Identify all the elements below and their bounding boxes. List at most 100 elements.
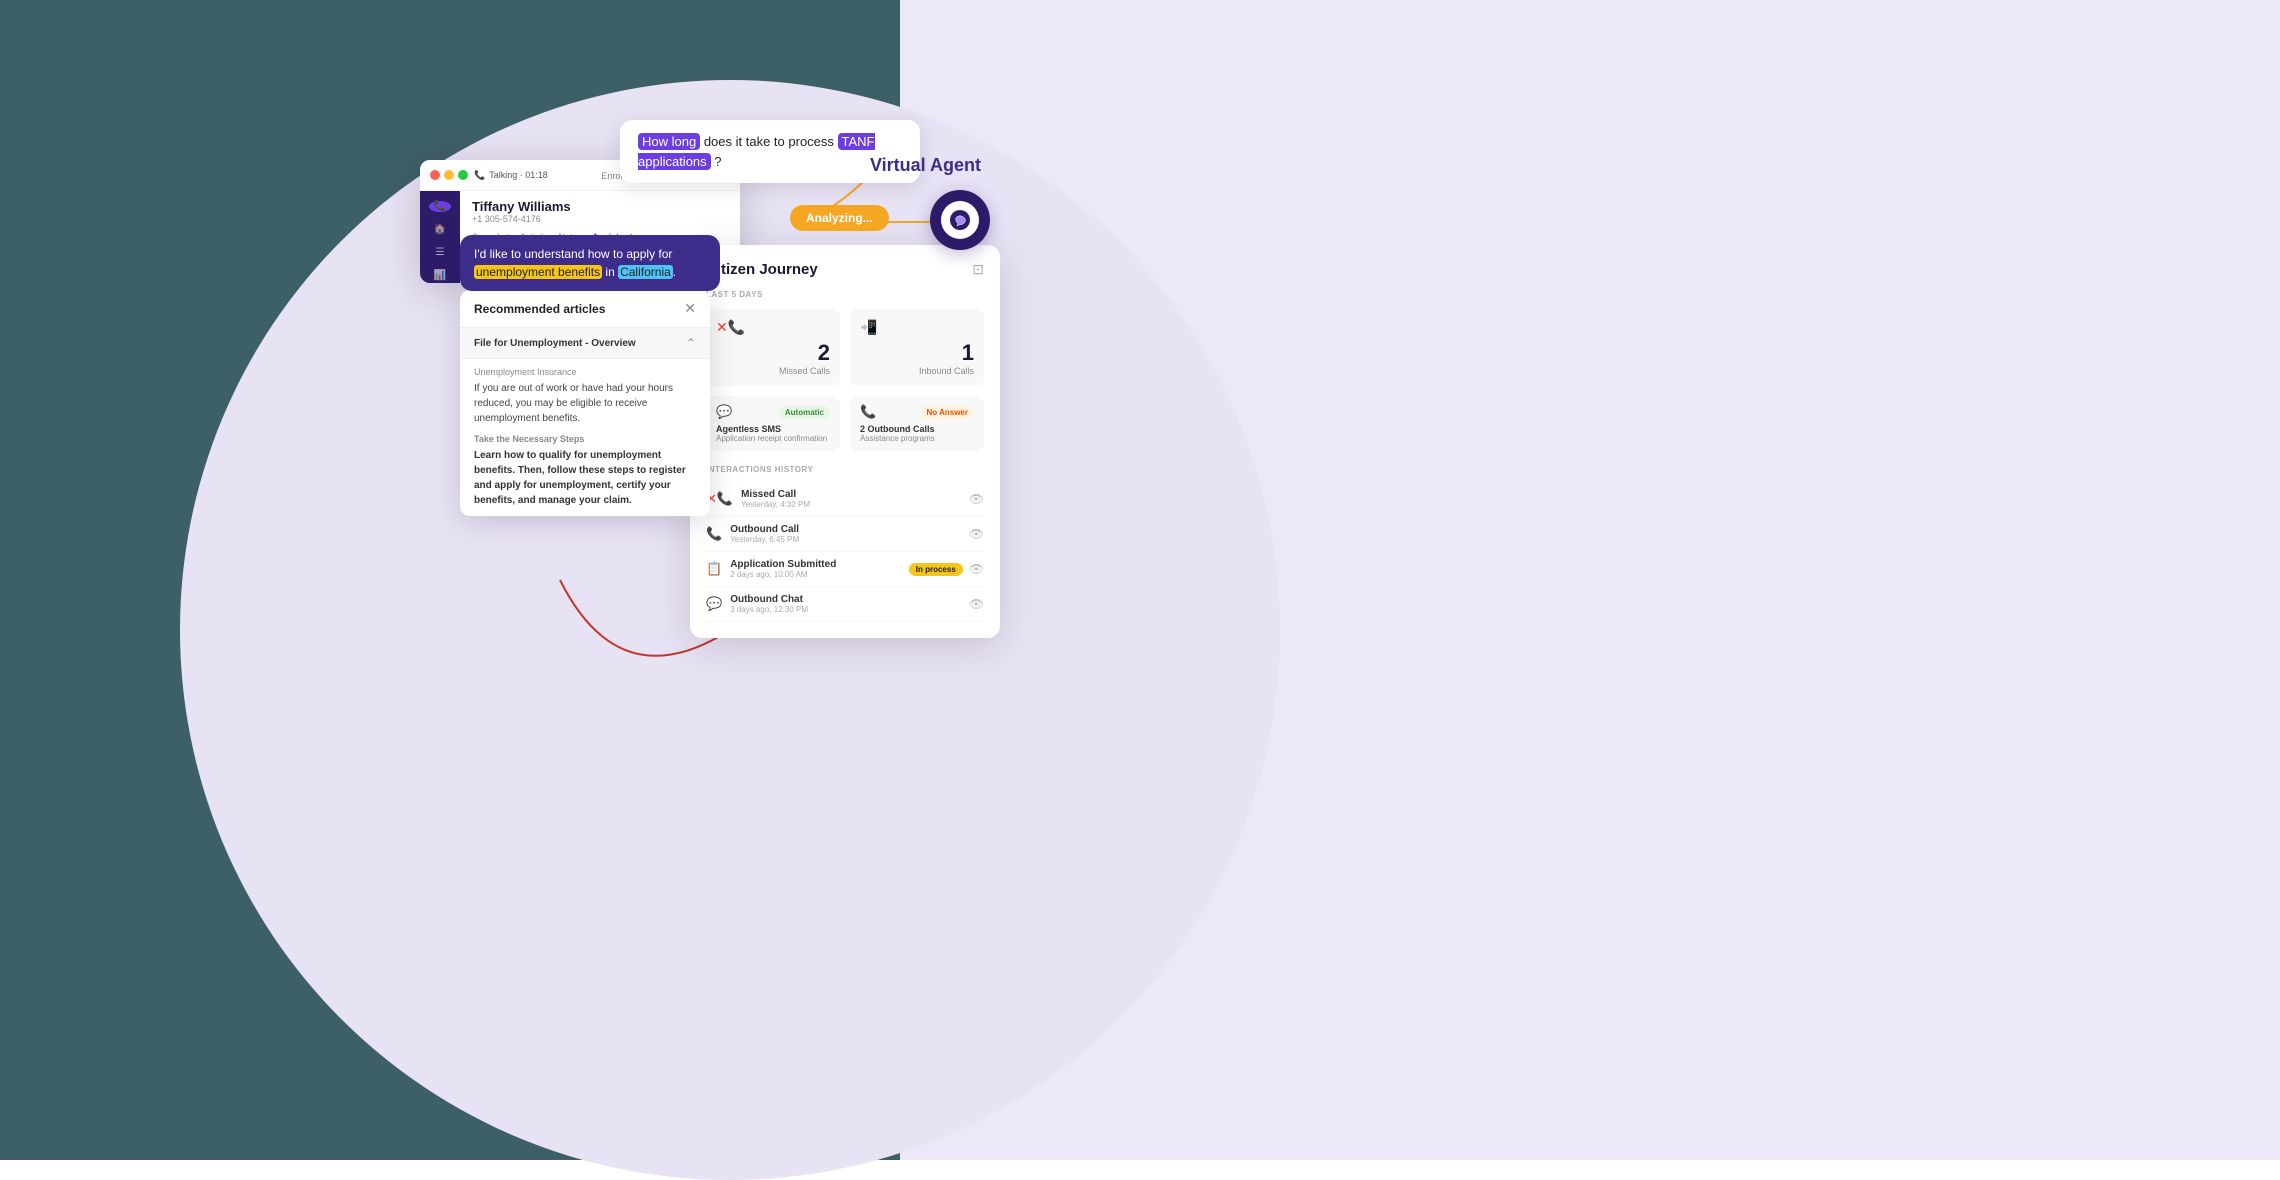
speech-text-before: I'd like to understand how to apply for: [474, 247, 672, 261]
interaction-outbound-call-name: Outbound Call: [730, 524, 799, 535]
speech-highlight-unemployment: unemployment benefits: [474, 265, 602, 279]
missed-calls-count: 2: [818, 340, 830, 366]
eye-icon-outbound[interactable]: 👁: [969, 527, 984, 541]
interaction-outbound-call-right: 👁: [969, 527, 984, 541]
analyzing-text: Analyzing...: [806, 211, 873, 225]
rec-article-body: Unemployment Insurance If you are out of…: [460, 359, 710, 516]
eye-icon-application[interactable]: 👁: [969, 562, 984, 576]
channel-sms-name: Agentless SMS: [716, 424, 830, 434]
titlebar-left: 📞 Talking · 01:18: [430, 170, 548, 181]
agent-name: Tiffany Williams: [472, 199, 728, 214]
channel-sms-desc: Application receipt confirmation: [716, 434, 830, 443]
sidebar-icon-home[interactable]: 🏠: [429, 224, 451, 235]
missed-call-icon: ✕📞: [706, 491, 733, 507]
traffic-light-green[interactable]: [458, 170, 468, 180]
chevron-up-icon: ⌃: [686, 336, 696, 350]
interaction-outbound-call-left: 📞 Outbound Call Yesterday, 6:45 PM: [706, 524, 799, 544]
interaction-application-time: 2 days ago, 10:00 AM: [730, 570, 836, 579]
virtual-agent-label: Virtual Agent: [870, 155, 981, 176]
speech-text-middle: in: [602, 265, 618, 279]
rec-article-name: File for Unemployment - Overview: [474, 338, 636, 349]
question-text-middle: does it take to process: [704, 134, 838, 149]
inbound-calls-box: 📲 1 Inbound Calls: [850, 309, 984, 386]
speech-highlight-california: California: [618, 265, 673, 279]
journey-title: Citizen Journey: [706, 261, 818, 278]
channel-sms-badge: Automatic: [779, 406, 830, 419]
interaction-missed-call-left: ✕📞 Missed Call Yesterday, 4:32 PM: [706, 489, 810, 509]
interaction-chat-info: Outbound Chat 3 days ago, 12:30 PM: [730, 594, 808, 614]
channel-calls-top: 📞 No Answer: [860, 404, 974, 420]
traffic-light-red[interactable]: [430, 170, 440, 180]
interaction-missed-call-time: Yesterday, 4:32 PM: [741, 500, 810, 509]
interaction-application-left: 📋 Application Submitted 2 days ago, 10:0…: [706, 559, 836, 579]
rec-articles-title: Recommended articles: [474, 302, 605, 316]
inbound-calls-count: 1: [962, 340, 974, 366]
interaction-chat: 💬 Outbound Chat 3 days ago, 12:30 PM 👁: [706, 587, 984, 622]
channel-sms-icon: 💬: [716, 404, 732, 420]
question-text-highlight: How long: [638, 133, 700, 150]
interaction-outbound-call-info: Outbound Call Yesterday, 6:45 PM: [730, 524, 799, 544]
status-text: Talking · 01:18: [489, 170, 548, 180]
application-icon: 📋: [706, 561, 722, 577]
agent-header: Tiffany Williams +1 305-574-4176: [460, 191, 740, 228]
missed-calls-label: Missed Calls: [779, 366, 830, 376]
interaction-missed-call: ✕📞 Missed Call Yesterday, 4:32 PM 👁: [706, 482, 984, 517]
interaction-outbound-call-time: Yesterday, 6:45 PM: [730, 535, 799, 544]
interactions-label: INTERACTIONS HISTORY: [706, 465, 984, 474]
stats-row: ✕📞 2 Missed Calls 📲 1 Inbound Calls: [706, 309, 984, 386]
sidebar-icon-chart[interactable]: 📊: [429, 270, 451, 281]
rec-steps-text: Learn how to qualify for unemployment be…: [474, 448, 696, 508]
chat-icon: [949, 209, 971, 231]
rec-category: Unemployment Insurance: [474, 367, 696, 377]
rec-articles-close-button[interactable]: ✕: [684, 300, 696, 317]
channel-sms-box: 💬 Automatic Agentless SMS Application re…: [706, 396, 840, 451]
citizen-journey-panel: Citizen Journey ⊡ LAST 5 DAYS ✕📞 2 Misse…: [690, 245, 1000, 638]
interaction-application-right: In process 👁: [909, 562, 984, 576]
journey-header: Citizen Journey ⊡: [706, 261, 984, 278]
last5days-label: LAST 5 DAYS: [706, 290, 984, 299]
missed-calls-icon: ✕📞: [716, 319, 745, 336]
channel-calls-box: 📞 No Answer 2 Outbound Calls Assistance …: [850, 396, 984, 451]
channel-sms-top: 💬 Automatic: [716, 404, 830, 420]
traffic-light-yellow[interactable]: [444, 170, 454, 180]
channel-calls-badge: No Answer: [921, 406, 975, 419]
speech-text-after: .: [673, 265, 676, 279]
chat-icon-interaction: 💬: [706, 596, 722, 612]
recommended-articles-panel: Recommended articles ✕ File for Unemploy…: [460, 290, 710, 516]
phone-icon: 📞: [474, 170, 485, 181]
interaction-chat-time: 3 days ago, 12:30 PM: [730, 605, 808, 614]
interaction-missed-call-right: 👁: [969, 492, 984, 506]
journey-expand-icon[interactable]: ⊡: [972, 261, 984, 278]
inbound-calls-icon: 📲: [860, 319, 877, 336]
analyzing-bubble: Analyzing...: [790, 205, 889, 231]
interaction-application-name: Application Submitted: [730, 559, 836, 570]
channel-calls-name: 2 Outbound Calls: [860, 424, 974, 434]
interaction-application-info: Application Submitted 2 days ago, 10:00 …: [730, 559, 836, 579]
sidebar-icon-phone[interactable]: 📞: [429, 201, 451, 212]
eye-icon-missed[interactable]: 👁: [969, 492, 984, 506]
interaction-missed-call-info: Missed Call Yesterday, 4:32 PM: [741, 489, 810, 509]
virtual-agent-icon: [930, 190, 990, 250]
interaction-chat-left: 💬 Outbound Chat 3 days ago, 12:30 PM: [706, 594, 808, 614]
rec-articles-header: Recommended articles ✕: [460, 290, 710, 328]
sidebar-icon-list[interactable]: ☰: [429, 247, 451, 258]
channel-row: 💬 Automatic Agentless SMS Application re…: [706, 396, 984, 451]
interaction-application: 📋 Application Submitted 2 days ago, 10:0…: [706, 552, 984, 587]
rec-article-title-row[interactable]: File for Unemployment - Overview ⌃: [460, 328, 710, 359]
eye-icon-chat[interactable]: 👁: [969, 597, 984, 611]
interaction-missed-call-name: Missed Call: [741, 489, 810, 500]
interaction-outbound-call: 📞 Outbound Call Yesterday, 6:45 PM 👁: [706, 517, 984, 552]
interaction-chat-name: Outbound Chat: [730, 594, 808, 605]
inbound-calls-label: Inbound Calls: [919, 366, 974, 376]
outbound-call-icon: 📞: [706, 526, 722, 542]
speech-bubble: I'd like to understand how to apply for …: [460, 235, 720, 291]
rec-body-text: If you are out of work or have had your …: [474, 381, 696, 426]
virtual-agent-icon-inner: [941, 201, 979, 239]
missed-calls-box: ✕📞 2 Missed Calls: [706, 309, 840, 386]
inprocess-badge: In process: [909, 563, 963, 576]
traffic-lights: [430, 170, 468, 180]
agent-phone: +1 305-574-4176: [472, 214, 728, 224]
question-text-end: ?: [714, 154, 721, 169]
channel-calls-desc: Assistance programs: [860, 434, 974, 443]
channel-calls-icon: 📞: [860, 404, 876, 420]
